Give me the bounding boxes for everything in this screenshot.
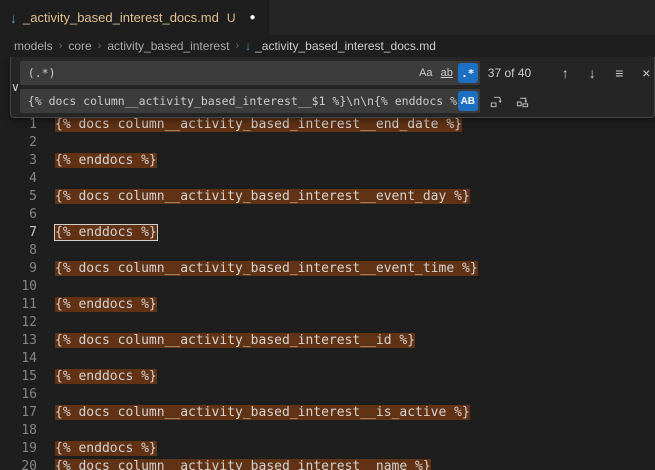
code-line[interactable]: 2	[0, 134, 655, 152]
replace-input[interactable]: {% docs column__activity_based_interest_…	[20, 89, 480, 113]
line-number: 9	[0, 260, 37, 278]
line-number: 18	[0, 422, 37, 440]
tab-bar: ↓ _activity_based_interest_docs.md U ●	[0, 0, 655, 35]
line-number: 3	[0, 152, 37, 170]
find-match: {% docs column__activity_based_interest_…	[55, 333, 415, 348]
find-in-selection-button[interactable]: ≡	[608, 62, 631, 84]
code-line[interactable]: 13 {% docs column__activity_based_interes…	[0, 332, 655, 350]
code-line[interactable]: 18	[0, 422, 655, 440]
find-results-count: 37 of 40	[488, 66, 550, 80]
breadcrumb-separator: ›	[59, 40, 63, 52]
whole-word-button[interactable]: ab	[437, 63, 457, 83]
close-icon[interactable]: ×	[635, 62, 655, 84]
line-number: 10	[0, 278, 37, 296]
code-line[interactable]: 19 {% enddocs %}	[0, 440, 655, 458]
breadcrumb-file-label: _activity_based_interest_docs.md	[255, 39, 436, 53]
line-number: 16	[0, 386, 37, 404]
line-number: 17	[0, 404, 37, 422]
breadcrumb-item-activity-based-interest[interactable]: activity_based_interest	[107, 39, 229, 53]
replace-all-button[interactable]	[511, 90, 534, 112]
dirty-indicator[interactable]: ●	[250, 12, 256, 23]
find-match: {% docs column__activity_based_interest_…	[55, 261, 478, 276]
find-input-value: (.*)	[28, 66, 415, 80]
code-area[interactable]: 1 {% docs column__activity_based_interest…	[0, 57, 655, 470]
editor-tab[interactable]: ↓ _activity_based_interest_docs.md U ●	[0, 0, 269, 35]
code-line[interactable]: 20 {% docs column__activity_based_interes…	[0, 458, 655, 470]
replace-all-icon	[515, 94, 530, 109]
code-line[interactable]: 1 {% docs column__activity_based_interest…	[0, 116, 655, 134]
find-match: {% enddocs %}	[55, 153, 157, 168]
code-line[interactable]: 11 {% enddocs %}	[0, 296, 655, 314]
breadcrumb-separator: ›	[235, 40, 239, 52]
chevron-down-icon: ∨	[11, 80, 20, 94]
preserve-case-button[interactable]: AB	[458, 91, 478, 111]
line-number: 12	[0, 314, 37, 332]
next-match-button[interactable]: ↓	[581, 62, 604, 84]
markdown-icon: ↓	[245, 40, 251, 52]
toggle-replace-button[interactable]: ∨	[11, 61, 20, 113]
find-match: {% docs column__activity_based_interest_…	[55, 459, 431, 470]
breadcrumb-separator: ›	[98, 40, 102, 52]
line-number: 5	[0, 188, 37, 206]
line-number: 14	[0, 350, 37, 368]
code-line[interactable]: 17 {% docs column__activity_based_interes…	[0, 404, 655, 422]
replace-input-value: {% docs column__activity_based_interest_…	[28, 94, 457, 108]
code-line[interactable]: 6	[0, 206, 655, 224]
code-line[interactable]: 7 {% enddocs %}	[0, 224, 655, 242]
code-line[interactable]: 10	[0, 278, 655, 296]
code-line[interactable]: 5 {% docs column__activity_based_interest…	[0, 188, 655, 206]
tab-filename: _activity_based_interest_docs.md	[23, 10, 219, 25]
regex-button[interactable]: .*	[458, 63, 478, 83]
git-status-badge: U	[227, 11, 236, 25]
line-number: 8	[0, 242, 37, 260]
replace-button[interactable]	[484, 90, 507, 112]
breadcrumb-item-file[interactable]: ↓ _activity_based_interest_docs.md	[245, 39, 436, 53]
breadcrumb-item-models[interactable]: models	[14, 39, 53, 53]
breadcrumb-item-core[interactable]: core	[68, 39, 91, 53]
code-line[interactable]: 16	[0, 386, 655, 404]
find-match: {% enddocs %}	[55, 369, 157, 384]
code-line[interactable]: 3 {% enddocs %}	[0, 152, 655, 170]
code-line[interactable]: 12	[0, 314, 655, 332]
line-number: 7	[0, 224, 37, 242]
breadcrumb: models › core › activity_based_interest …	[0, 35, 655, 57]
editor-pane: ∨ (.*) Aa ab .* 37 of 40 ↑ ↓ ≡ ×	[0, 57, 655, 470]
vscode-window: ↓ _activity_based_interest_docs.md U ● m…	[0, 0, 655, 470]
find-match: {% enddocs %}	[55, 297, 157, 312]
find-match: {% docs column__activity_based_interest_…	[55, 405, 470, 420]
code-line[interactable]: 4	[0, 170, 655, 188]
find-match: {% enddocs %}	[55, 441, 157, 456]
code-line[interactable]: 14	[0, 350, 655, 368]
code-line[interactable]: 8	[0, 242, 655, 260]
previous-match-button[interactable]: ↑	[554, 62, 577, 84]
code-line[interactable]: 15 {% enddocs %}	[0, 368, 655, 386]
line-number: 11	[0, 296, 37, 314]
replace-icon	[488, 94, 503, 109]
line-number: 13	[0, 332, 37, 350]
find-match: {% docs column__activity_based_interest_…	[55, 117, 462, 132]
line-number: 6	[0, 206, 37, 224]
line-number: 1	[0, 116, 37, 134]
line-number: 20	[0, 458, 37, 470]
find-row: (.*) Aa ab .* 37 of 40 ↑ ↓ ≡ ×	[20, 61, 655, 85]
find-widget: ∨ (.*) Aa ab .* 37 of 40 ↑ ↓ ≡ ×	[10, 57, 655, 118]
match-case-button[interactable]: Aa	[416, 63, 436, 83]
replace-row: {% docs column__activity_based_interest_…	[20, 89, 655, 113]
line-number: 15	[0, 368, 37, 386]
line-number: 4	[0, 170, 37, 188]
find-match: {% docs column__activity_based_interest_…	[55, 189, 470, 204]
code-line[interactable]: 9 {% docs column__activity_based_interest…	[0, 260, 655, 278]
line-number: 2	[0, 134, 37, 152]
markdown-icon: ↓	[10, 11, 17, 25]
find-match: {% enddocs %}	[55, 225, 157, 240]
line-number: 19	[0, 440, 37, 458]
find-input[interactable]: (.*) Aa ab .*	[20, 61, 480, 85]
